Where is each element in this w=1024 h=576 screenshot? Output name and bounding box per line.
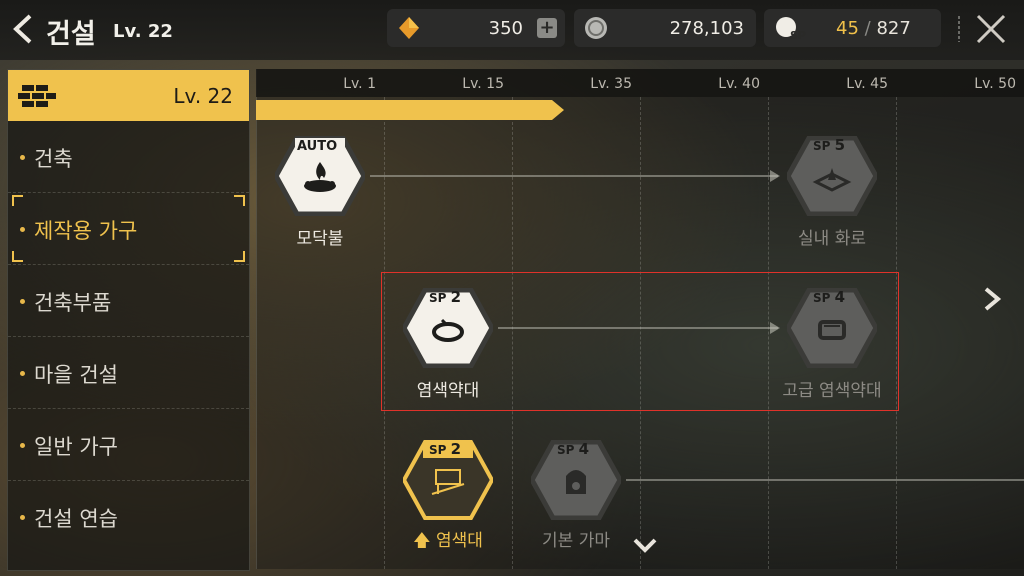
node-label: 🡅 염색대 — [413, 531, 483, 551]
sp-current: 45 — [836, 18, 859, 39]
node-campfire[interactable]: AUTO — [275, 136, 365, 216]
node-label: 고급 염색약대 — [782, 381, 882, 401]
crystal-icon — [399, 17, 419, 39]
campfire-icon — [304, 162, 336, 192]
node-label: 모닥불 — [296, 229, 344, 249]
level-column-label: Lv. 50 — [974, 76, 1016, 92]
node-dye-stand[interactable]: SP 2 — [403, 440, 493, 520]
sidebar-item-crafting-furniture[interactable]: 제작용 가구 — [8, 193, 249, 265]
sidebar-level: Lv. 22 — [173, 84, 233, 108]
sidebar-item-label: 건설 연습 — [34, 507, 118, 531]
level-column-label: Lv. 35 — [590, 76, 632, 92]
sidebar-item-construction-practice[interactable]: 건설 연습 — [8, 481, 249, 552]
tree-link — [626, 479, 1024, 481]
page-title: 건설 — [46, 19, 96, 50]
level-progress-bar — [256, 100, 552, 120]
add-crystal-button[interactable]: + — [537, 18, 557, 38]
selection-corner — [234, 195, 245, 206]
auto-badge: AUTO — [297, 139, 338, 154]
page-level: Lv. 22 — [113, 21, 173, 42]
sidebar-item-label: 제작용 가구 — [34, 219, 138, 243]
crystal-count: 350 — [488, 18, 523, 39]
svg-text:SP: SP — [790, 29, 806, 41]
bullet-dot — [20, 299, 25, 304]
selection-corner — [12, 251, 23, 262]
sidebar-item-village-construction[interactable]: 마을 건설 — [8, 337, 249, 409]
close-icon[interactable] — [974, 12, 1008, 46]
upgrade-arrow-icon: 🡅 — [413, 531, 431, 551]
sp-separator: / — [864, 18, 871, 39]
level-progress-tip — [552, 100, 564, 120]
back-arrow-icon[interactable] — [10, 12, 36, 46]
header-divider — [958, 16, 960, 42]
selection-corner — [234, 251, 245, 262]
dye-stand-icon — [431, 469, 465, 495]
sidebar-item-general-furniture[interactable]: 일반 가구 — [8, 409, 249, 481]
arrow-head-icon — [770, 170, 780, 182]
level-column-label: Lv. 40 — [718, 76, 760, 92]
top-bar: 건설 Lv. 22 350 + 278,103 SP 45 / 827 — [0, 0, 1024, 60]
node-indoor-brazier[interactable]: SP 5 — [787, 136, 877, 216]
sp-head-icon: SP — [776, 17, 806, 41]
node-label: 실내 화로 — [798, 229, 866, 249]
silver-resource: 278,103 — [574, 9, 756, 47]
brazier-icon — [812, 168, 852, 192]
node-advanced-dye-table[interactable]: SP 4 — [787, 288, 877, 368]
level-column-label: Lv. 45 — [846, 76, 888, 92]
sp-max: 827 — [876, 18, 911, 39]
level-column-label: Lv. 15 — [462, 76, 504, 92]
tree-link — [370, 170, 780, 182]
node-label: 기본 가마 — [542, 531, 610, 551]
sp-resource: SP 45 / 827 — [764, 9, 941, 47]
bullet-dot — [20, 515, 25, 520]
silver-coin-icon — [585, 17, 607, 39]
bullet-dot — [20, 371, 25, 376]
sidebar-item-building[interactable]: 건축 — [8, 121, 249, 193]
sp-cost-badge: SP 4 — [557, 440, 590, 458]
sp-cost-badge: SP 5 — [813, 136, 846, 154]
selection-corner — [12, 195, 23, 206]
sp-cost-badge: SP 2 — [429, 288, 462, 306]
dye-table-icon — [432, 318, 464, 342]
sidebar-item-label: 마을 건설 — [34, 363, 118, 387]
silver-count: 278,103 — [669, 18, 744, 39]
sidebar-item-label: 건축 — [34, 147, 73, 171]
sp-cost-badge: SP 4 — [813, 288, 846, 306]
sidebar-item-building-parts[interactable]: 건축부품 — [8, 265, 249, 337]
scroll-down-arrow-icon[interactable] — [632, 536, 658, 554]
bullet-dot — [20, 443, 25, 448]
sp-value: 45 / 827 — [836, 18, 911, 39]
sidebar-item-label: 일반 가구 — [34, 435, 118, 459]
bullet-dot — [20, 227, 25, 232]
advanced-dye-table-icon — [818, 320, 846, 340]
node-label: 염색약대 — [416, 381, 480, 401]
level-column-label: Lv. 1 — [343, 76, 376, 92]
sidebar-header: Lv. 22 — [8, 70, 249, 121]
sidebar-item-label: 건축부품 — [34, 291, 112, 315]
sp-cost-badge: SP 2 — [429, 440, 462, 458]
crystal-resource: 350 + — [387, 9, 565, 47]
brick-icon — [18, 85, 56, 107]
node-basic-kiln[interactable]: SP 4 — [531, 440, 621, 520]
kiln-icon — [566, 470, 586, 494]
scroll-right-arrow-icon[interactable] — [982, 286, 1002, 312]
node-dye-table[interactable]: SP 2 — [403, 288, 493, 368]
bullet-dot — [20, 155, 25, 160]
category-sidebar: Lv. 22 건축 제작용 가구 건축부품 마을 건설 일반 가구 건설 연습 — [7, 69, 250, 571]
